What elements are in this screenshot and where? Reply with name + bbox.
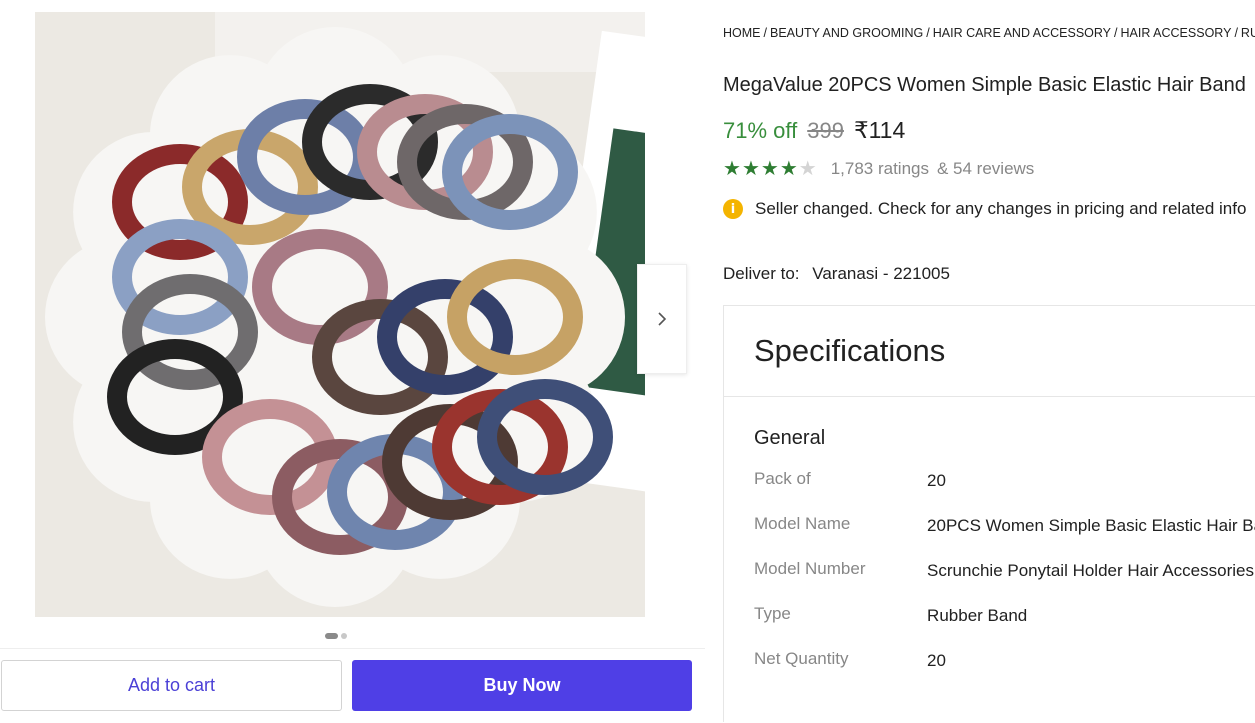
spec-value: 20 (927, 471, 946, 490)
spec-key: Model Name (754, 514, 851, 533)
breadcrumb-separator: / (926, 26, 930, 40)
spec-row: Model Number Scrunchie Ponytail Holder Ha… (754, 559, 1255, 604)
spec-key: Net Quantity (754, 649, 849, 668)
carousel-dot-active[interactable] (325, 633, 338, 639)
spec-value: 20PCS Women Simple Basic Elastic Hair Ba… (927, 516, 1255, 535)
breadcrumb-separator: / (763, 26, 767, 40)
discount-label: 71% off (723, 118, 798, 143)
spec-key: Type (754, 604, 791, 623)
breadcrumb-separator: / (1234, 26, 1238, 40)
star-filled-icon: ★ (723, 158, 741, 180)
breadcrumb-separator: / (1114, 26, 1118, 40)
carousel-dots (325, 633, 347, 639)
breadcrumb-item[interactable]: HOME (723, 26, 761, 40)
product-title: MegaValue 20PCS Women Simple Basic Elast… (723, 74, 1246, 96)
breadcrumb-item[interactable]: HAIR ACCESSORY (1121, 26, 1232, 40)
product-details: HOME / BEAUTY AND GROOMING / HAIR CARE AND A… (723, 0, 1255, 722)
ratings-count: 1,783 ratings (830, 159, 929, 178)
rating-row[interactable]: ★ ★ ★ ★ ★ 1,783 ratings & 54 reviews (723, 159, 1034, 179)
product-image[interactable] (35, 12, 645, 617)
specifications-card: Specifications General Pack of 20 Model Na… (723, 305, 1255, 722)
breadcrumb-item[interactable]: HAIR CARE AND ACCESSORY (933, 26, 1111, 40)
spec-group-general: General (754, 427, 826, 449)
delivery-location[interactable]: Deliver to: Varanasi - 221005 (723, 264, 950, 284)
reviews-count: & 54 reviews (936, 159, 1035, 178)
spec-key: Model Number (754, 559, 866, 578)
spec-value: Scrunchie Ponytail Holder Hair Accessori… (927, 561, 1254, 580)
star-filled-icon: ★ (760, 158, 779, 180)
spec-value: 20 (927, 651, 946, 670)
original-price: 399 (807, 118, 844, 143)
specifications-heading: Specifications (724, 306, 1255, 397)
deliver-pincode: Varanasi - 221005 (812, 264, 950, 283)
star-empty-icon: ★ (798, 158, 817, 180)
next-image-button[interactable] (637, 264, 687, 374)
spec-value: Rubber Band (927, 606, 1028, 625)
carousel-dot[interactable] (341, 633, 347, 639)
price-row: 71% off 399 ₹114 (723, 117, 905, 144)
product-photo-illustration (35, 12, 645, 617)
star-filled-icon: ★ (741, 158, 760, 180)
spec-row: Pack of 20 (754, 469, 1255, 514)
action-bar: Add to cart Buy Now (0, 648, 705, 723)
spec-table: Pack of 20 Model Name 20PCS Women Simple Ba… (754, 469, 1255, 694)
breadcrumb: HOME / BEAUTY AND GROOMING / HAIR CARE AND A… (723, 26, 1255, 40)
seller-notice-text: Seller changed. Check for any changes in… (755, 199, 1247, 218)
seller-notice: i Seller changed. Check for any changes … (723, 199, 1246, 219)
selling-price: ₹114 (853, 117, 906, 143)
deliver-label: Deliver to: (723, 264, 800, 283)
breadcrumb-item[interactable]: BEAUTY AND GROOMING (770, 26, 923, 40)
spec-row: Net Quantity 20 (754, 649, 1255, 694)
add-to-cart-button[interactable]: Add to cart (1, 660, 342, 711)
chevron-right-icon (658, 312, 667, 326)
spec-row: Type Rubber Band (754, 604, 1255, 649)
breadcrumb-item[interactable]: RUBBER BANDS (1241, 26, 1255, 40)
spec-row: Model Name 20PCS Women Simple Basic Elast… (754, 514, 1255, 559)
product-gallery: Add to cart Buy Now (0, 0, 705, 723)
rating-stars: ★ ★ ★ ★ ★ (723, 159, 817, 179)
star-filled-icon: ★ (779, 158, 798, 180)
spec-key: Pack of (754, 469, 811, 488)
info-icon: i (723, 199, 743, 219)
buy-now-button[interactable]: Buy Now (352, 660, 692, 711)
